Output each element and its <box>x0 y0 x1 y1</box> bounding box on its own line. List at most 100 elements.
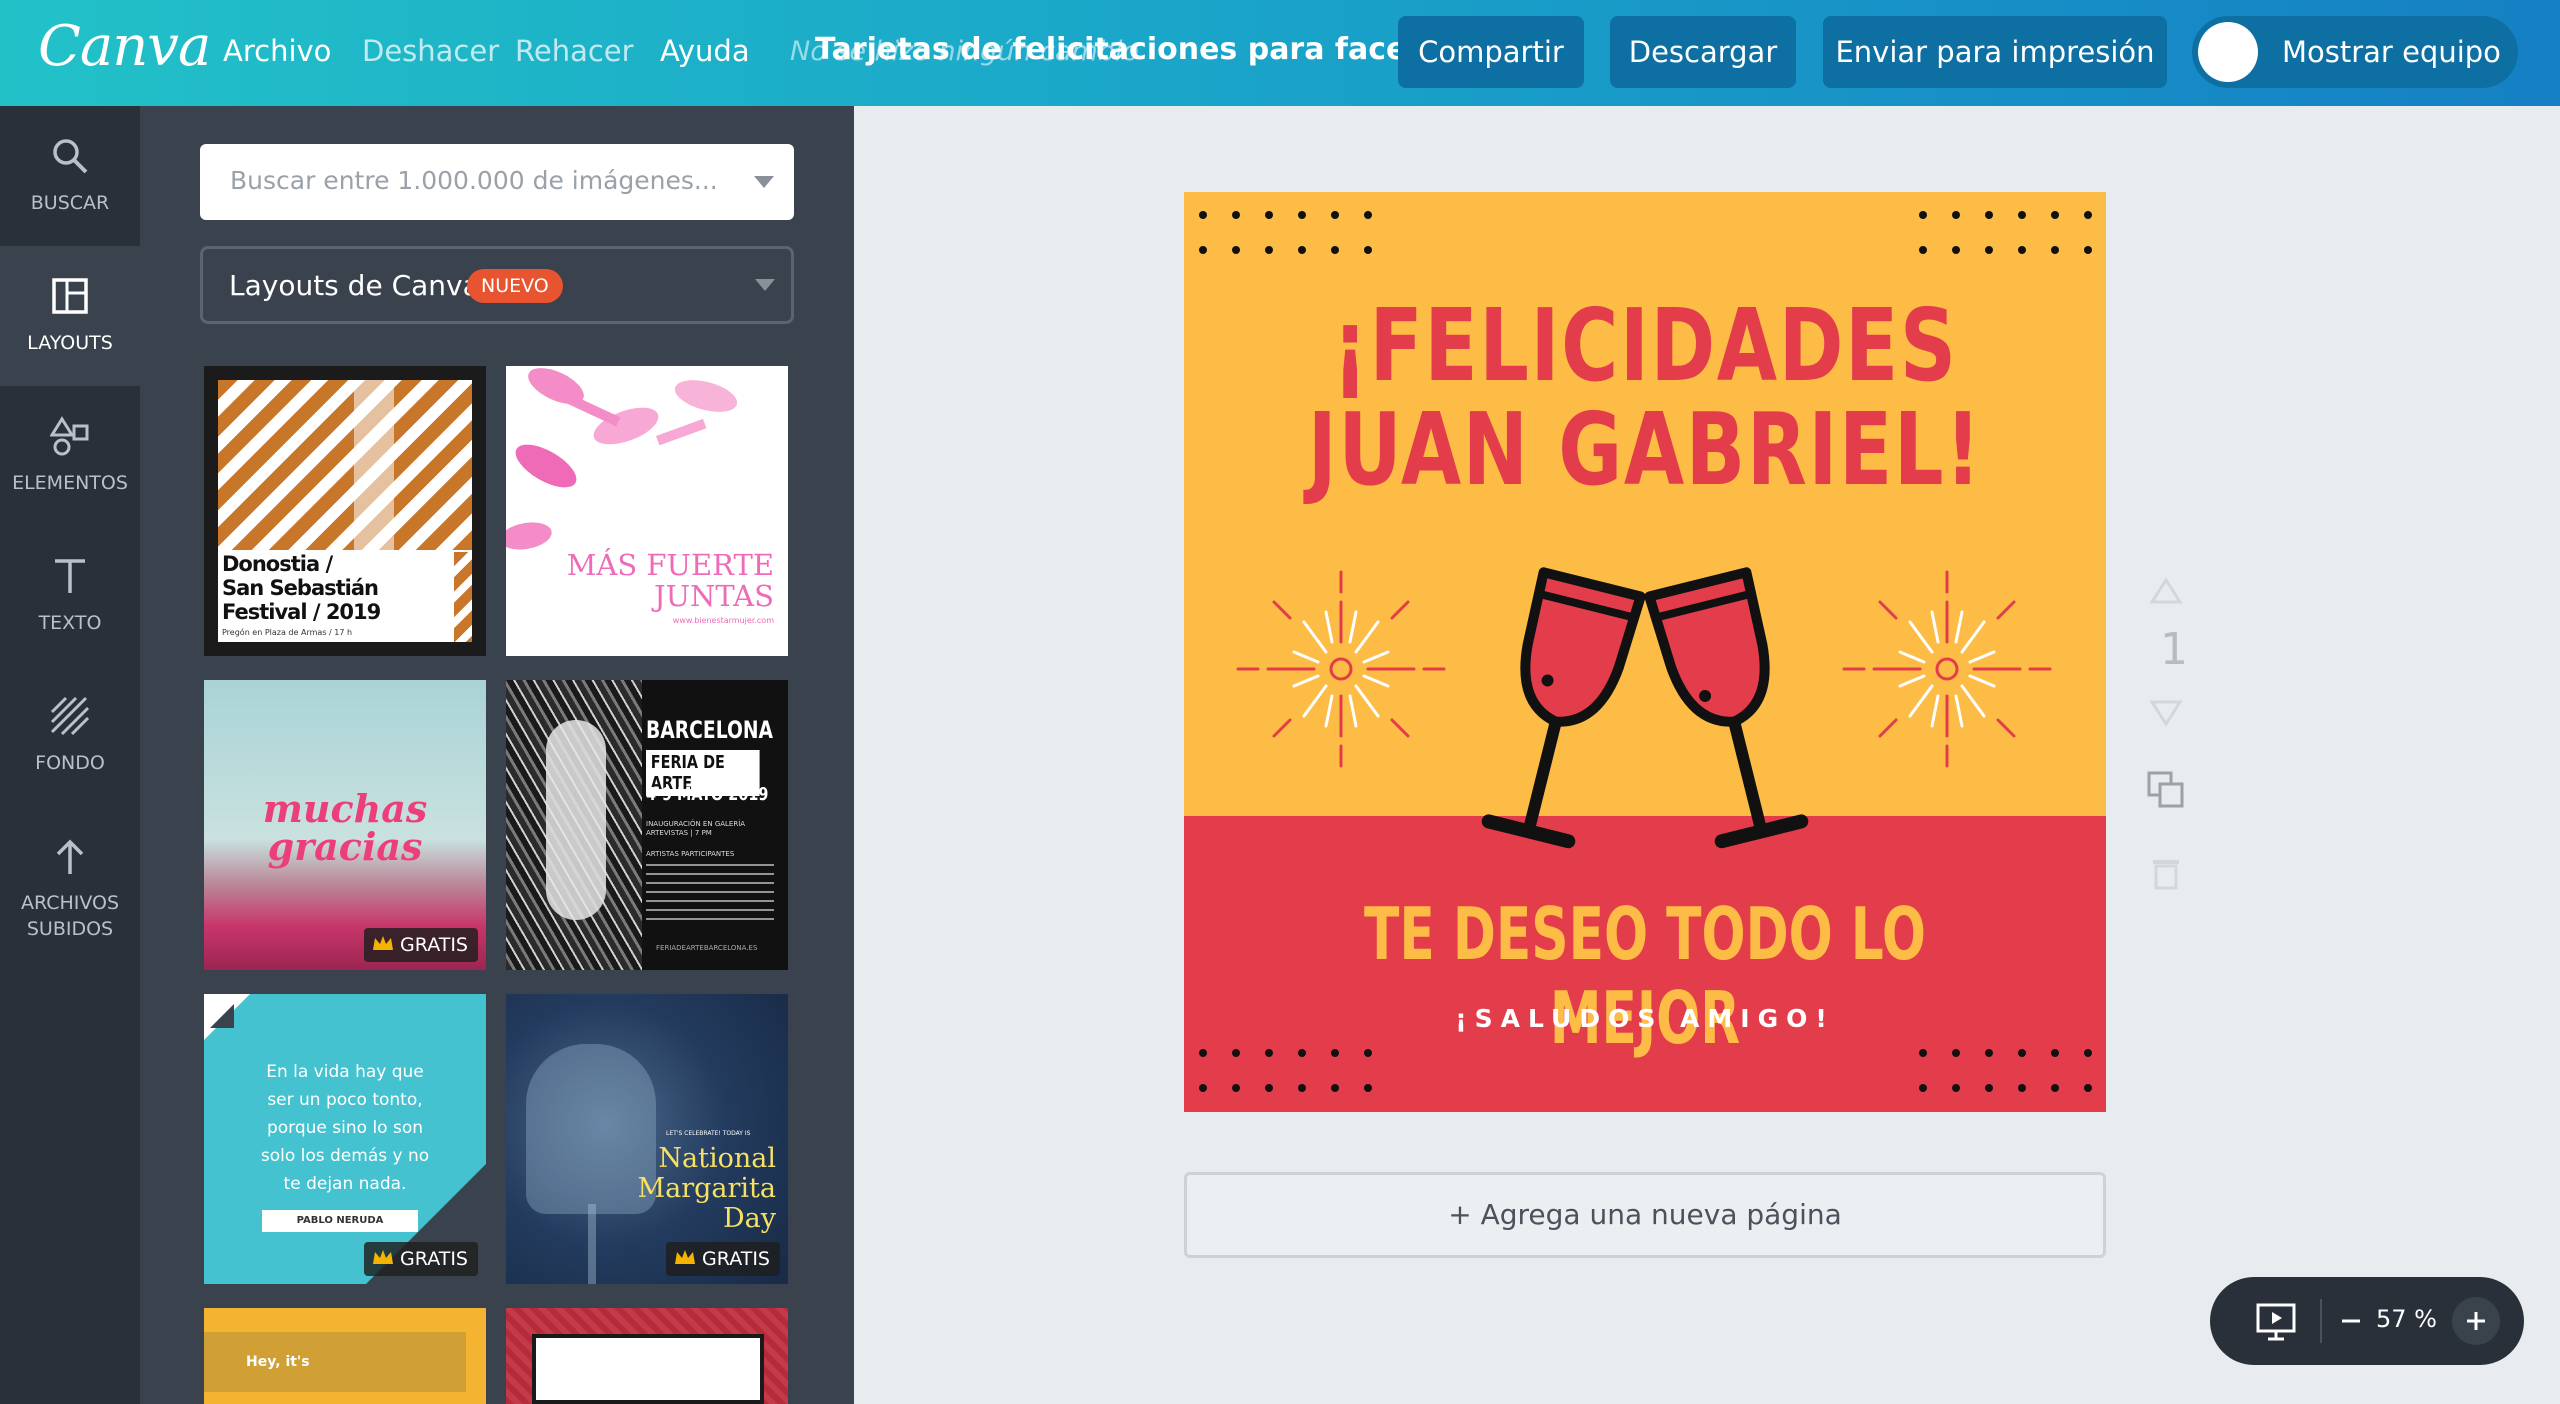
share-button[interactable]: Compartir <box>1398 16 1584 88</box>
template-small: ARTISTAS PARTICIPANTES <box>646 850 735 858</box>
present-icon[interactable] <box>2254 1299 2298 1343</box>
template-line: BARCELONA <box>646 716 774 744</box>
text-icon <box>55 559 85 593</box>
free-badge: GRATIS <box>364 928 478 962</box>
crown-icon <box>675 1250 696 1264</box>
dots-decoration <box>1199 211 1372 254</box>
divider <box>2320 1299 2322 1343</box>
template-line: San Sebastián <box>222 576 379 600</box>
rail-label: FONDO <box>35 752 105 774</box>
rail-item-layouts[interactable]: LAYOUTS <box>0 246 140 386</box>
template-line: MÁS FUERTE <box>566 548 774 582</box>
move-page-up-icon[interactable] <box>2148 576 2184 606</box>
show-team-button[interactable]: Mostrar equipo <box>2192 16 2518 88</box>
top-bar: Canva Archivo Deshacer Rehacer Ayuda No … <box>0 0 2560 106</box>
template-caption: www.bienestarmujer.com <box>672 616 774 625</box>
delete-page-icon[interactable] <box>2150 854 2182 890</box>
quote-line: porque sino lo son <box>266 1118 424 1138</box>
quote-line: te dejan nada. <box>283 1174 407 1194</box>
rail-item-elementos[interactable]: ELEMENTOS <box>0 386 140 526</box>
menu-deshacer[interactable]: Deshacer <box>362 34 499 68</box>
quote-line: solo los demás y no <box>260 1146 430 1166</box>
design-title-line-1[interactable]: ¡FELICIDADES <box>1285 294 2004 398</box>
template-line: Festival / 2019 <box>222 600 381 624</box>
plus-icon <box>2467 1312 2485 1330</box>
search-icon <box>53 139 88 174</box>
template-mas-fuerte-juntas[interactable]: MÁS FUERTE JUNTAS www.bienestarmujer.com <box>506 366 788 656</box>
rail-item-buscar[interactable]: BUSCAR <box>0 106 140 246</box>
template-caption: Pregón en Plaza de Armas / 17 h <box>222 628 353 637</box>
show-team-label: Mostrar equipo <box>2282 35 2501 69</box>
design-greeting[interactable]: ¡SALUDOS AMIGO! <box>1184 1004 2106 1033</box>
rail-label: TEXTO <box>38 612 102 634</box>
dots-decoration <box>1919 211 2092 254</box>
rail-label: ARCHIVOS SUBIDOS <box>20 892 120 940</box>
duplicate-page-icon[interactable] <box>2146 770 2186 810</box>
wine-glasses-icon <box>1481 567 1809 849</box>
template-url: FERIADEARTEBARCELONA.ES <box>656 944 758 952</box>
left-rail: BUSCAR LAYOUTS ELEMENTOS TEXTO FONDO ARC… <box>0 106 140 1404</box>
new-badge: NUEVO <box>467 269 563 303</box>
rail-label: LAYOUTS <box>27 332 113 354</box>
hands-illustration <box>506 368 738 550</box>
background-icon <box>50 696 90 736</box>
upload-icon <box>56 839 84 874</box>
zoom-level: 57 % <box>2376 1305 2437 1333</box>
template-line: 4-9 MAYO 2019 <box>646 784 769 805</box>
rail-item-archivos-subidos[interactable]: ARCHIVOS SUBIDOS <box>0 806 140 966</box>
layouts-icon <box>52 278 88 314</box>
template-small: LET'S CELEBRATE! TODAY IS <box>666 1130 751 1137</box>
free-badge-label: GRATIS <box>400 934 468 956</box>
design-title-line-2[interactable]: JUAN GABRIEL! <box>1285 398 2004 502</box>
crown-icon <box>373 936 394 950</box>
move-page-down-icon[interactable] <box>2148 698 2184 728</box>
rail-label: ELEMENTOS <box>12 472 128 494</box>
rail-item-fondo[interactable]: FONDO <box>0 666 140 806</box>
free-badge-label: GRATIS <box>702 1248 770 1270</box>
quote-line: ser un poco tonto, <box>267 1090 423 1110</box>
template-line: gracias <box>267 824 423 869</box>
template-hey-its[interactable]: Hey, it's <box>204 1308 486 1404</box>
crown-icon <box>373 1250 394 1264</box>
quote-line: En la vida hay que <box>266 1062 424 1082</box>
firework-icon <box>1842 570 2052 768</box>
menu-rehacer[interactable]: Rehacer <box>515 34 634 68</box>
zoom-out-icon[interactable] <box>2340 1313 2362 1329</box>
document-title[interactable]: Tarjetas de felicitaciones para facebook <box>815 32 1489 67</box>
template-neruda-quote[interactable]: En la vida hay que ser un poco tonto, po… <box>204 994 486 1284</box>
menu-ayuda[interactable]: Ayuda <box>660 34 750 68</box>
template-line: Hey, it's <box>246 1354 310 1370</box>
chevron-down-icon[interactable] <box>754 176 774 188</box>
template-muchas-gracias[interactable]: muchas gracias GRATIS <box>204 680 486 970</box>
template-margarita-day[interactable]: LET'S CELEBRATE! TODAY IS National Marga… <box>506 994 788 1284</box>
template-caption: INAUGURACIÓN EN GALERÍA ARTEVISTAS | 7 P… <box>646 820 746 837</box>
design-subtitle[interactable]: TE DESEO TODO LO MEJOR <box>1313 892 1977 1060</box>
menu-archivo[interactable]: Archivo <box>223 34 331 68</box>
add-page-button[interactable]: + Agrega una nueva página <box>1184 1172 2106 1258</box>
layouts-dropdown[interactable]: Layouts de Canva NUEVO <box>200 246 794 324</box>
template-red-pattern[interactable] <box>506 1308 788 1404</box>
avatar <box>2198 22 2258 82</box>
firework-icon <box>1236 570 1446 768</box>
template-line: JUNTAS <box>653 579 774 613</box>
elements-icon <box>50 416 89 456</box>
image-search-input[interactable]: Buscar entre 1.000.000 de imágenes... <box>200 144 794 220</box>
quote-author: PABLO NERUDA <box>262 1210 418 1232</box>
template-line: Margarita <box>637 1173 776 1204</box>
layouts-panel: Buscar entre 1.000.000 de imágenes... La… <box>140 106 854 1404</box>
canva-logo[interactable]: Canva <box>38 14 211 79</box>
download-button[interactable]: Descargar <box>1610 16 1796 88</box>
print-button[interactable]: Enviar para impresión <box>1823 16 2167 88</box>
zoom-in-button[interactable] <box>2452 1297 2500 1345</box>
template-line: National <box>658 1143 776 1174</box>
template-barcelona[interactable]: BARCELONA FERIA DE ARTE 4-9 MAYO 2019 IN… <box>506 680 788 970</box>
page-number: 1 <box>2160 624 2188 675</box>
template-donostia[interactable]: Donostia / San Sebastián Festival / 2019… <box>204 366 486 656</box>
free-badge: GRATIS <box>666 1242 780 1276</box>
rail-item-texto[interactable]: TEXTO <box>0 526 140 666</box>
template-line: Day <box>723 1203 776 1234</box>
canvas-workspace: ¡FELICIDADES JUAN GABRIEL! TE DESEO TODO… <box>854 106 2560 1404</box>
free-badge: GRATIS <box>364 1242 478 1276</box>
free-badge-label: GRATIS <box>400 1248 468 1270</box>
design-canvas[interactable]: ¡FELICIDADES JUAN GABRIEL! TE DESEO TODO… <box>1184 192 2106 1112</box>
